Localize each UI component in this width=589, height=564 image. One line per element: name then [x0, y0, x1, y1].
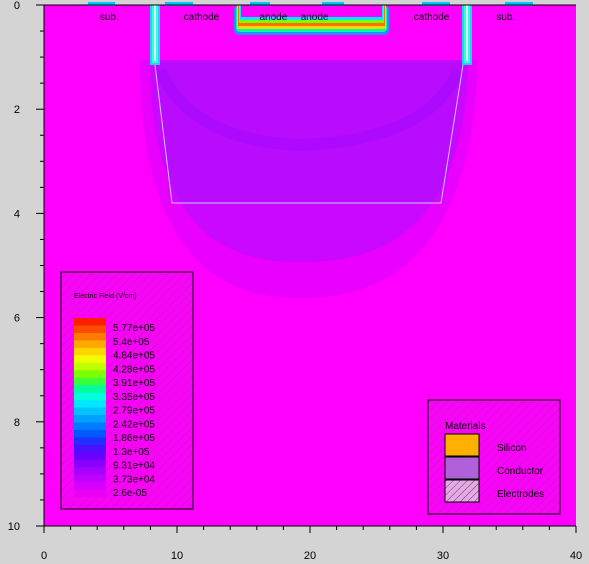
colorbar-swatch — [74, 385, 106, 393]
material-label-electrodes: Electrodes — [497, 489, 544, 500]
colorbar-label: 4.28e+05 — [113, 364, 155, 375]
material-swatch-silicon — [444, 433, 480, 457]
electrode-label: sub. — [100, 12, 119, 23]
colorbar-swatch — [74, 377, 106, 386]
colorbar-title: Electric Field (V/cm) — [74, 293, 137, 300]
colorbar-swatch — [74, 347, 106, 356]
colorbar-swatch — [74, 400, 106, 408]
colorbar-swatch — [74, 429, 106, 438]
device-plot: sub. cathode anode anode cathode sub. 0 10 20 30… — [8, 0, 582, 562]
colorbar-label: 1.3e+05 — [113, 447, 150, 458]
y-tick-label: 10 — [8, 521, 20, 533]
materials-title: Materials — [445, 421, 486, 432]
colorbar-label: 2.79e+05 — [113, 406, 155, 417]
colorbar-label: 3.35e+05 — [113, 392, 155, 403]
electrode-label: anode — [259, 12, 287, 23]
y-tick-label: 4 — [14, 208, 20, 220]
colorbar-swatch — [74, 467, 106, 475]
colorbar-swatch — [74, 362, 106, 371]
colorbar-swatch — [74, 422, 106, 431]
colorbar-label: 1.86e+05 — [113, 433, 155, 444]
colorbar-swatch — [74, 482, 106, 490]
x-tick-label: 20 — [304, 550, 316, 562]
colorbar-swatch — [74, 407, 106, 416]
colorbar-label: 5.4e+05 — [113, 337, 150, 348]
material-swatch-conductor — [444, 456, 480, 480]
colorbar-swatch — [74, 325, 106, 334]
x-tick-label: 30 — [437, 550, 449, 562]
material-label-silicon: Silicon — [497, 443, 526, 454]
y-axis-ticks: 0 2 4 6 8 10 — [8, 0, 44, 533]
colorbar-label: 9.31e+04 — [113, 461, 155, 472]
colorbar-swatch — [74, 444, 106, 453]
colorbar-swatch — [74, 355, 106, 364]
colorbar-label: 4.84e+05 — [113, 351, 155, 362]
colorbar-swatch — [74, 340, 106, 349]
colorbar-swatch — [74, 392, 106, 401]
y-tick-label: 2 — [14, 104, 20, 116]
electrode-label: cathode — [184, 12, 220, 23]
material-label-conductor: Conductor — [497, 466, 544, 477]
materials-legend: Materials Silicon Conductor Electrodes — [427, 399, 561, 515]
colorbar-swatch — [74, 452, 106, 461]
colorbar-swatch — [74, 474, 106, 483]
colorbar-swatches — [74, 318, 106, 498]
y-tick-label: 8 — [14, 417, 20, 429]
x-tick-label: 10 — [171, 550, 183, 562]
colorbar-swatch — [74, 332, 106, 341]
x-tick-label: 0 — [41, 550, 47, 562]
material-swatch-electrodes — [444, 479, 480, 503]
y-tick-label: 0 — [14, 0, 20, 12]
x-tick-label: 40 — [570, 550, 582, 562]
colorbar-swatch — [74, 318, 106, 326]
electrode-label: anode — [301, 12, 329, 23]
colorbar-swatch — [74, 414, 106, 423]
cathode-right-trench — [462, 5, 472, 65]
colorbar-label: 5.77e+05 — [113, 323, 155, 334]
cathode-left-trench — [150, 5, 160, 65]
colorbar-label: 3.73e+04 — [113, 474, 155, 485]
electrode-label: cathode — [414, 12, 450, 23]
x-axis-ticks: 0 10 20 30 40 — [41, 526, 582, 562]
colorbar-label: 2.6e-05 — [113, 488, 147, 499]
colorbar-label: 2.42e+05 — [113, 419, 155, 430]
colorbar-swatch — [74, 370, 106, 378]
colorbar-swatch — [74, 459, 106, 468]
colorbar-swatch — [74, 437, 106, 446]
electrode-label: sub. — [496, 12, 515, 23]
colorbar-legend: Electric Field (V/cm) 5.77e+05 5.4e+05 4.8… — [60, 271, 194, 510]
colorbar-label: 3.91e+05 — [113, 378, 155, 389]
colorbar-swatch — [74, 489, 106, 498]
y-tick-label: 6 — [14, 313, 20, 325]
